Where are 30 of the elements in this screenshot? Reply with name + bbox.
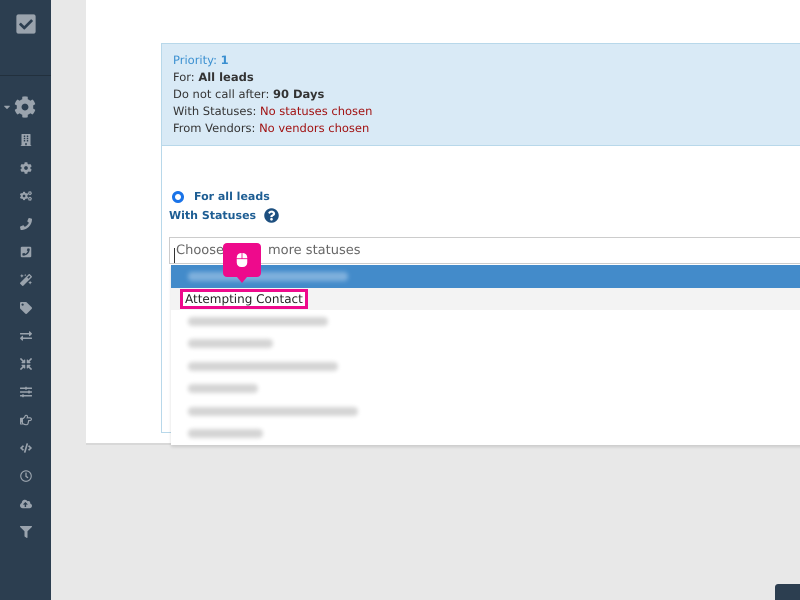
radio-button[interactable] [172,190,184,202]
filter-icon[interactable] [20,526,32,538]
statuses-text: With Statuses: No statuses chosen [173,103,374,120]
option-label: Attempting Contact [180,288,308,309]
sliders-icon[interactable] [20,386,32,398]
priority-text: Priority: 1 [173,52,230,69]
code-icon[interactable] [20,442,32,454]
mouse-icon [235,253,249,267]
hand-pointing-icon[interactable] [20,414,32,426]
gears-icon[interactable] [20,190,32,202]
dropdown-option[interactable]: Attempting Contact [171,288,800,310]
vendors-text: From Vendors: No vendors chosen [173,120,370,137]
statuses-label: With Statuses [169,209,256,222]
settings-icon[interactable] [14,96,36,118]
compress-icon[interactable] [20,358,32,370]
call-limit-text: Do not call after: 90 Days [173,86,326,103]
arrows-icon[interactable] [20,330,32,342]
checkbox-logo-icon[interactable] [14,13,36,35]
phone-icon[interactable] [20,218,32,230]
cloud-upload-icon[interactable] [20,498,32,510]
gear-icon[interactable] [20,162,32,174]
magic-wand-icon[interactable] [20,274,32,286]
clock-icon[interactable] [20,470,32,482]
status-select-field[interactable]: Choose more statuses [169,237,800,264]
building-icon[interactable] [20,134,32,146]
help-icon[interactable] [264,208,280,223]
blurred-text [188,384,258,394]
tag-icon[interactable] [20,302,32,314]
radio-label: For all leads [194,190,270,203]
for-text: For: All leads [173,69,255,86]
